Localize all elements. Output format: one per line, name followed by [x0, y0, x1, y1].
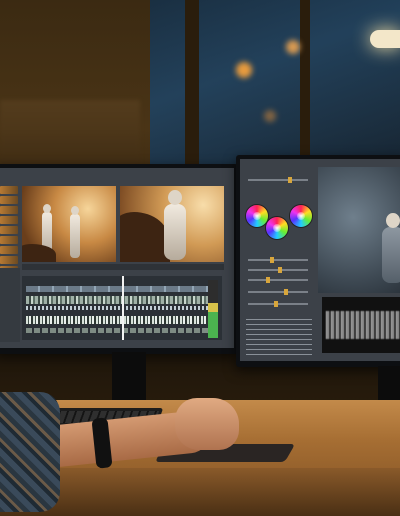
plaid-shirt-sleeve — [0, 392, 60, 512]
settings-list — [246, 319, 312, 355]
clip-thumbnail — [0, 256, 18, 264]
clip-thumbnail — [0, 206, 18, 214]
grade-slider — [248, 301, 308, 307]
bokeh-light — [264, 110, 276, 122]
effects-panel — [0, 268, 20, 342]
grading-viewer — [318, 167, 400, 293]
timeline — [22, 276, 222, 340]
left-monitor-stand — [112, 352, 146, 404]
right-monitor — [236, 155, 400, 367]
grade-slider — [248, 277, 308, 283]
hand-on-mouse — [175, 398, 239, 450]
grade-slider — [248, 267, 308, 273]
color-wheel-icon — [246, 205, 268, 227]
clip-thumbnail — [0, 186, 18, 194]
grade-slider — [248, 257, 308, 263]
astronaut-figure — [70, 206, 80, 258]
program-viewer — [120, 186, 224, 262]
waveform-scope-icon — [322, 297, 400, 353]
window-pillar — [185, 0, 199, 170]
photo-scene — [0, 0, 400, 516]
playhead — [122, 276, 124, 340]
source-viewer — [22, 186, 116, 262]
rock-formation — [120, 212, 170, 262]
audio-meter-icon — [208, 280, 218, 338]
grade-slider — [248, 289, 308, 295]
clip-thumbnail — [0, 196, 18, 204]
pendant-lamp — [370, 30, 400, 48]
transport-controls — [22, 264, 224, 270]
clip-thumbnail — [0, 226, 18, 234]
bokeh-light — [286, 40, 300, 54]
editing-software-screen — [0, 168, 234, 348]
bokeh-light — [236, 62, 252, 78]
grade-slider — [248, 177, 308, 183]
astronaut-figure — [382, 213, 400, 283]
clip-thumbnail — [0, 216, 18, 224]
clip-thumbnail — [0, 236, 18, 244]
astronaut-figure — [164, 190, 186, 260]
clip-thumbnail — [0, 246, 18, 254]
left-monitor — [0, 164, 238, 354]
color-wheel-icon — [290, 205, 312, 227]
window-pillar — [300, 0, 310, 170]
color-grading-screen — [240, 159, 400, 361]
desk-edge — [0, 468, 400, 516]
color-wheel-icon — [266, 217, 288, 239]
